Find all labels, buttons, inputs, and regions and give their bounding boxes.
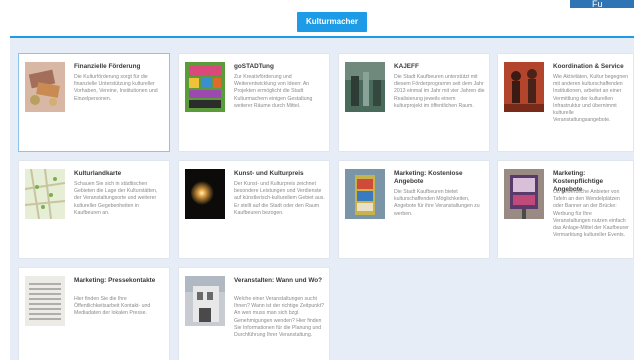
card-thumbnail bbox=[504, 62, 544, 112]
performers-icon bbox=[504, 62, 544, 112]
card-title: Finanzielle Förderung bbox=[74, 63, 141, 70]
corner-nav-tab[interactable]: Fu bbox=[570, 0, 634, 8]
card-description: Welche einer Veranstaltungen sucht Ihnen… bbox=[234, 296, 325, 339]
card-description: Schauen Sie sich in städtischen Gebieten… bbox=[74, 181, 158, 216]
card-thumbnail bbox=[25, 62, 65, 112]
card-description: Die Kulturförderung sorgt für die finanz… bbox=[74, 74, 158, 102]
card-thumbnail bbox=[345, 62, 385, 112]
spotlight-icon bbox=[185, 169, 225, 219]
card-title: Veranstalten: Wann und Wo? bbox=[234, 277, 323, 284]
newspaper-icon bbox=[25, 276, 65, 326]
money-photo-icon bbox=[25, 62, 65, 112]
card-title: Koordination & Service bbox=[553, 63, 624, 70]
card-description: Wie Aktivitäten, Kultur begegnen mit and… bbox=[553, 74, 628, 124]
card-description: Zur Kreativförderung und Weiterentwicklu… bbox=[234, 74, 313, 109]
card-description: Ob gewerbliche Anbieter von Tafeln an de… bbox=[553, 189, 629, 239]
card-title: Kunst- und Kulturpreis bbox=[234, 170, 304, 177]
card-description: Die Stadt Kaufbeuren bietet kulturschaff… bbox=[394, 189, 480, 217]
card-title: KAJEFF bbox=[394, 63, 419, 70]
card-marketing-kostenpflichtige-angebote[interactable]: Marketing: Kostenpflichtige Angebote Ob … bbox=[497, 160, 634, 259]
poster-board-icon bbox=[504, 169, 544, 219]
card-koordination-service[interactable]: Koordination & Service Wie Aktivitäten, … bbox=[497, 53, 634, 152]
card-description: Die Stadt Kaufbeuren unterstützt mit die… bbox=[394, 74, 485, 109]
card-marketing-kostenlose-angebote[interactable]: Marketing: Kostenlose Angebote Die Stadt… bbox=[338, 160, 490, 259]
card-thumbnail bbox=[25, 169, 65, 219]
card-marketing-pressekontakte[interactable]: Marketing: Pressekontakte Hier finden Si… bbox=[18, 267, 170, 360]
card-description: Hier finden Sie die Ihre Öffentlichkeits… bbox=[74, 296, 151, 317]
card-thumbnail bbox=[185, 62, 225, 112]
card-thumbnail bbox=[185, 276, 225, 326]
content-panel: Finanzielle Förderung Die Kulturförderun… bbox=[10, 36, 634, 360]
card-thumbnail bbox=[504, 169, 544, 219]
card-title: Marketing: Kostenlose Angebote bbox=[394, 170, 463, 185]
card-thumbnail bbox=[345, 169, 385, 219]
card-veranstalten-wann-wo[interactable]: Veranstalten: Wann und Wo? Welche einer … bbox=[178, 267, 330, 360]
building-icon bbox=[185, 276, 225, 326]
colorful-building-icon bbox=[185, 62, 225, 112]
card-title: Marketing: Pressekontakte bbox=[74, 277, 156, 284]
map-icon bbox=[25, 169, 65, 219]
card-kulturlandkarte[interactable]: Kulturlandkarte Schauen Sie sich in städ… bbox=[18, 160, 170, 259]
card-thumbnail bbox=[25, 276, 65, 326]
top-bar: Fu Kulturmacher bbox=[0, 0, 634, 40]
card-kunst-kulturpreis[interactable]: Kunst- und Kulturpreis Der Kunst- und Ku… bbox=[178, 160, 330, 259]
card-description: Der Kunst- und Kulturpreis zeichnet beso… bbox=[234, 181, 325, 216]
card-kajeff[interactable]: KAJEFF Die Stadt Kaufbeuren unterstützt … bbox=[338, 53, 490, 152]
card-thumbnail bbox=[185, 169, 225, 219]
tab-kulturmacher[interactable]: Kulturmacher bbox=[297, 12, 367, 32]
card-title: goSTADTung bbox=[234, 63, 274, 70]
outdoor-installation-icon bbox=[345, 62, 385, 112]
advertising-column-icon bbox=[345, 169, 385, 219]
card-title: Kulturlandkarte bbox=[74, 170, 122, 177]
card-gostadtung[interactable]: goSTADTung Zur Kreativförderung und Weit… bbox=[178, 53, 330, 152]
card-finanzielle-foerderung[interactable]: Finanzielle Förderung Die Kulturförderun… bbox=[18, 53, 170, 152]
